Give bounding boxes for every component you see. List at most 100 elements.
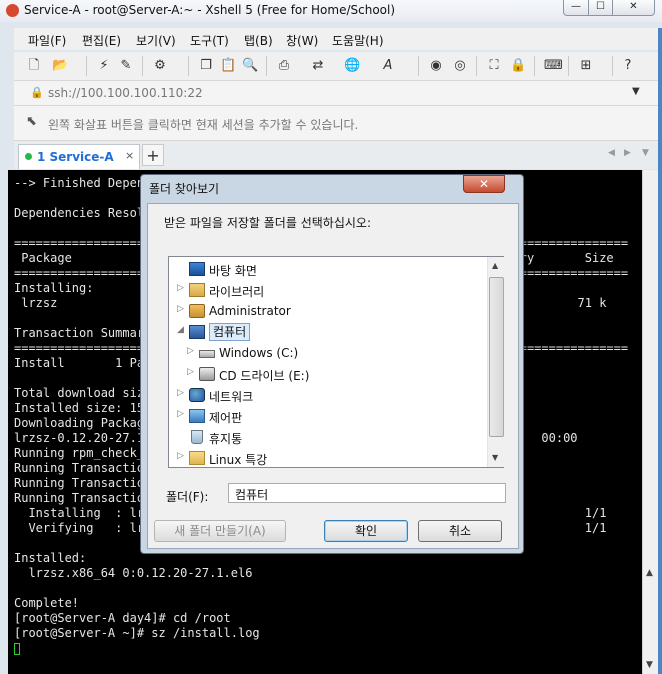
desktop-icon <box>189 262 205 276</box>
lock-icon[interactable]: 🔒 <box>510 58 526 74</box>
menu-file[interactable]: 파일(F) <box>28 32 66 49</box>
minimize-button[interactable]: — <box>563 0 589 16</box>
tab-close-icon[interactable]: × <box>125 149 134 162</box>
address-dropdown-icon[interactable]: ▼ <box>632 86 640 97</box>
tree-scroll-up-icon[interactable]: ▲ <box>492 261 498 270</box>
tree-scroll-thumb[interactable] <box>489 277 504 437</box>
tree-scrollbar[interactable]: ▲ ▼ <box>487 257 505 467</box>
tree-node[interactable]: ▷ 네트워크 <box>169 385 485 405</box>
control-panel-icon <box>189 409 205 423</box>
properties-icon[interactable]: ⚙ <box>152 58 168 74</box>
copy-icon[interactable]: ❐ <box>198 58 214 74</box>
tree-scroll-down-icon[interactable]: ▼ <box>492 453 498 462</box>
toolbar-separator <box>568 56 569 76</box>
new-folder-button[interactable]: 새 폴더 만들기(A) <box>154 520 286 542</box>
terminal-line: Running Transactio <box>14 461 145 475</box>
address-bar[interactable]: 🔒 ssh://100.100.100.110:22 ▼ <box>14 81 658 106</box>
tree-expander-icon[interactable]: ▷ <box>177 451 184 461</box>
tab-service-a[interactable]: 1 Service-A × <box>18 144 140 169</box>
tree-node[interactable]: ▷ 라이브러리 <box>169 280 485 300</box>
tree-node[interactable]: ▷ 제어판 <box>169 406 485 426</box>
menu-tools[interactable]: 도구(T) <box>190 32 229 49</box>
title-bar: Service-A - root@Server-A:~ - Xshell 5 (… <box>0 0 662 23</box>
tree-node[interactable]: ▷ Administrator <box>169 301 485 321</box>
tree-node[interactable]: 휴지통 <box>169 427 485 447</box>
scroll-up-icon[interactable]: ▲ <box>646 568 653 578</box>
add-session-arrow-icon[interactable]: ⬉ <box>26 114 37 129</box>
toolbar-separator <box>266 56 267 76</box>
tree-node[interactable]: ◢ 컴퓨터 <box>169 322 485 342</box>
globe-icon[interactable]: 🌐 <box>344 58 360 74</box>
maximize-button[interactable]: ☐ <box>588 0 613 16</box>
ok-button[interactable]: 확인 <box>324 520 408 542</box>
open-folder-icon[interactable]: 📂 <box>52 58 68 74</box>
tree-expander-icon[interactable]: ▷ <box>177 283 184 293</box>
cancel-button[interactable]: 취소 <box>418 520 502 542</box>
network-icon <box>189 388 205 402</box>
terminal-line: Transaction Summar <box>14 326 145 340</box>
connected-status-icon <box>25 153 32 160</box>
browse-folder-dialog: 폴더 찾아보기 ✕ 받은 파일을 저장할 폴더를 선택하십시오: 바탕 화면 ▷ 라… <box>140 174 524 554</box>
xftp-icon[interactable]: ◉ <box>428 58 444 74</box>
transfer-icon[interactable]: ⇄ <box>310 58 326 74</box>
tree-expander-icon[interactable]: ▷ <box>177 388 184 398</box>
keyboard-icon[interactable]: ⌨ <box>544 58 563 74</box>
window-border <box>658 28 662 674</box>
font-icon[interactable]: A <box>380 58 396 74</box>
menu-tab[interactable]: 탭(B) <box>244 32 273 49</box>
tab-scroll-left-icon[interactable]: ◀ <box>608 148 615 158</box>
dialog-body: 받은 파일을 저장할 폴더를 선택하십시오: 바탕 화면 ▷ 라이브러리 ▷ Admin… <box>147 203 519 549</box>
lock-icon: 🔒 <box>30 86 44 99</box>
dialog-close-button[interactable]: ✕ <box>463 175 505 193</box>
menu-window[interactable]: 창(W) <box>286 32 318 49</box>
print-icon[interactable]: ⎙ <box>276 58 292 74</box>
tree-node-label: Linux 특강 <box>209 453 268 467</box>
connect-icon[interactable]: ⚡ <box>96 58 112 74</box>
terminal-line: [root@Server-A ~]# sz /install.log <box>14 626 260 640</box>
fullscreen-icon[interactable]: ⛶ <box>486 58 502 74</box>
cd-drive-icon <box>199 367 215 381</box>
new-session-icon[interactable]: 🗋 <box>26 58 42 74</box>
tree-node[interactable]: ▷ CD 드라이브 (E:) <box>169 364 485 384</box>
disconnect-icon[interactable]: ✎ <box>118 58 134 74</box>
help-icon[interactable]: ? <box>620 58 636 74</box>
terminal-line: Installed size: 15 <box>14 401 145 415</box>
menu-help[interactable]: 도움말(H) <box>332 32 384 49</box>
dialog-title: 폴더 찾아보기 <box>149 182 220 196</box>
tree-expander-icon[interactable]: ▷ <box>187 367 194 377</box>
new-tab-button[interactable]: + <box>142 144 164 166</box>
terminal-scrollbar[interactable]: ▲ ▼ <box>642 170 658 674</box>
tree-expander-icon[interactable]: ▷ <box>177 304 184 314</box>
xmanager-icon[interactable]: ◎ <box>452 58 468 74</box>
session-hint-bar: ⬉ 왼쪽 화살표 버튼을 클릭하면 현재 세션을 추가할 수 있습니다. <box>14 106 658 141</box>
address-text[interactable]: ssh://100.100.100.110:22 <box>48 86 203 100</box>
tree-expander-icon[interactable]: ▷ <box>177 409 184 419</box>
terminal-line: Dependencies Resol <box>14 206 145 220</box>
user-folder-icon <box>189 304 205 318</box>
tab-list-icon[interactable]: ▼ <box>642 148 649 158</box>
tree-node-label: CD 드라이브 (E:) <box>219 369 310 383</box>
xshell-app-icon[interactable] <box>6 4 19 17</box>
tree-node[interactable]: ▷ Linux 특강 <box>169 448 485 468</box>
session-hint-text: 왼쪽 화살표 버튼을 클릭하면 현재 세션을 추가할 수 있습니다. <box>48 118 359 132</box>
tree-expander-icon[interactable]: ◢ <box>177 325 184 335</box>
tree-node-label: 라이브러리 <box>209 285 265 299</box>
tree-node[interactable]: 바탕 화면 <box>169 259 485 279</box>
tree-node-label: 컴퓨터 <box>209 323 251 341</box>
menu-view[interactable]: 보기(V) <box>136 32 176 49</box>
menu-edit[interactable]: 편집(E) <box>82 32 121 49</box>
terminal-line: Running rpm_check_ <box>14 446 145 460</box>
paste-icon[interactable]: 📋 <box>220 58 236 74</box>
toolbar-separator <box>476 56 477 76</box>
terminal-cursor <box>14 643 20 655</box>
tree-expander-icon[interactable]: ▷ <box>187 346 194 356</box>
find-icon[interactable]: 🔍 <box>242 58 258 74</box>
tree-node[interactable]: ▷ Windows (C:) <box>169 343 485 363</box>
scroll-down-icon[interactable]: ▼ <box>646 660 653 670</box>
folder-input[interactable]: 컴퓨터 <box>228 483 506 503</box>
toolbar-separator <box>418 56 419 76</box>
close-window-button[interactable]: ✕ <box>612 0 655 16</box>
add-icon[interactable]: ⊞ <box>578 58 594 74</box>
tab-scroll-right-icon[interactable]: ▶ <box>624 148 631 158</box>
folder-tree[interactable]: 바탕 화면 ▷ 라이브러리 ▷ Administrator ◢ 컴퓨터 ▷ Windows (C… <box>168 256 505 468</box>
